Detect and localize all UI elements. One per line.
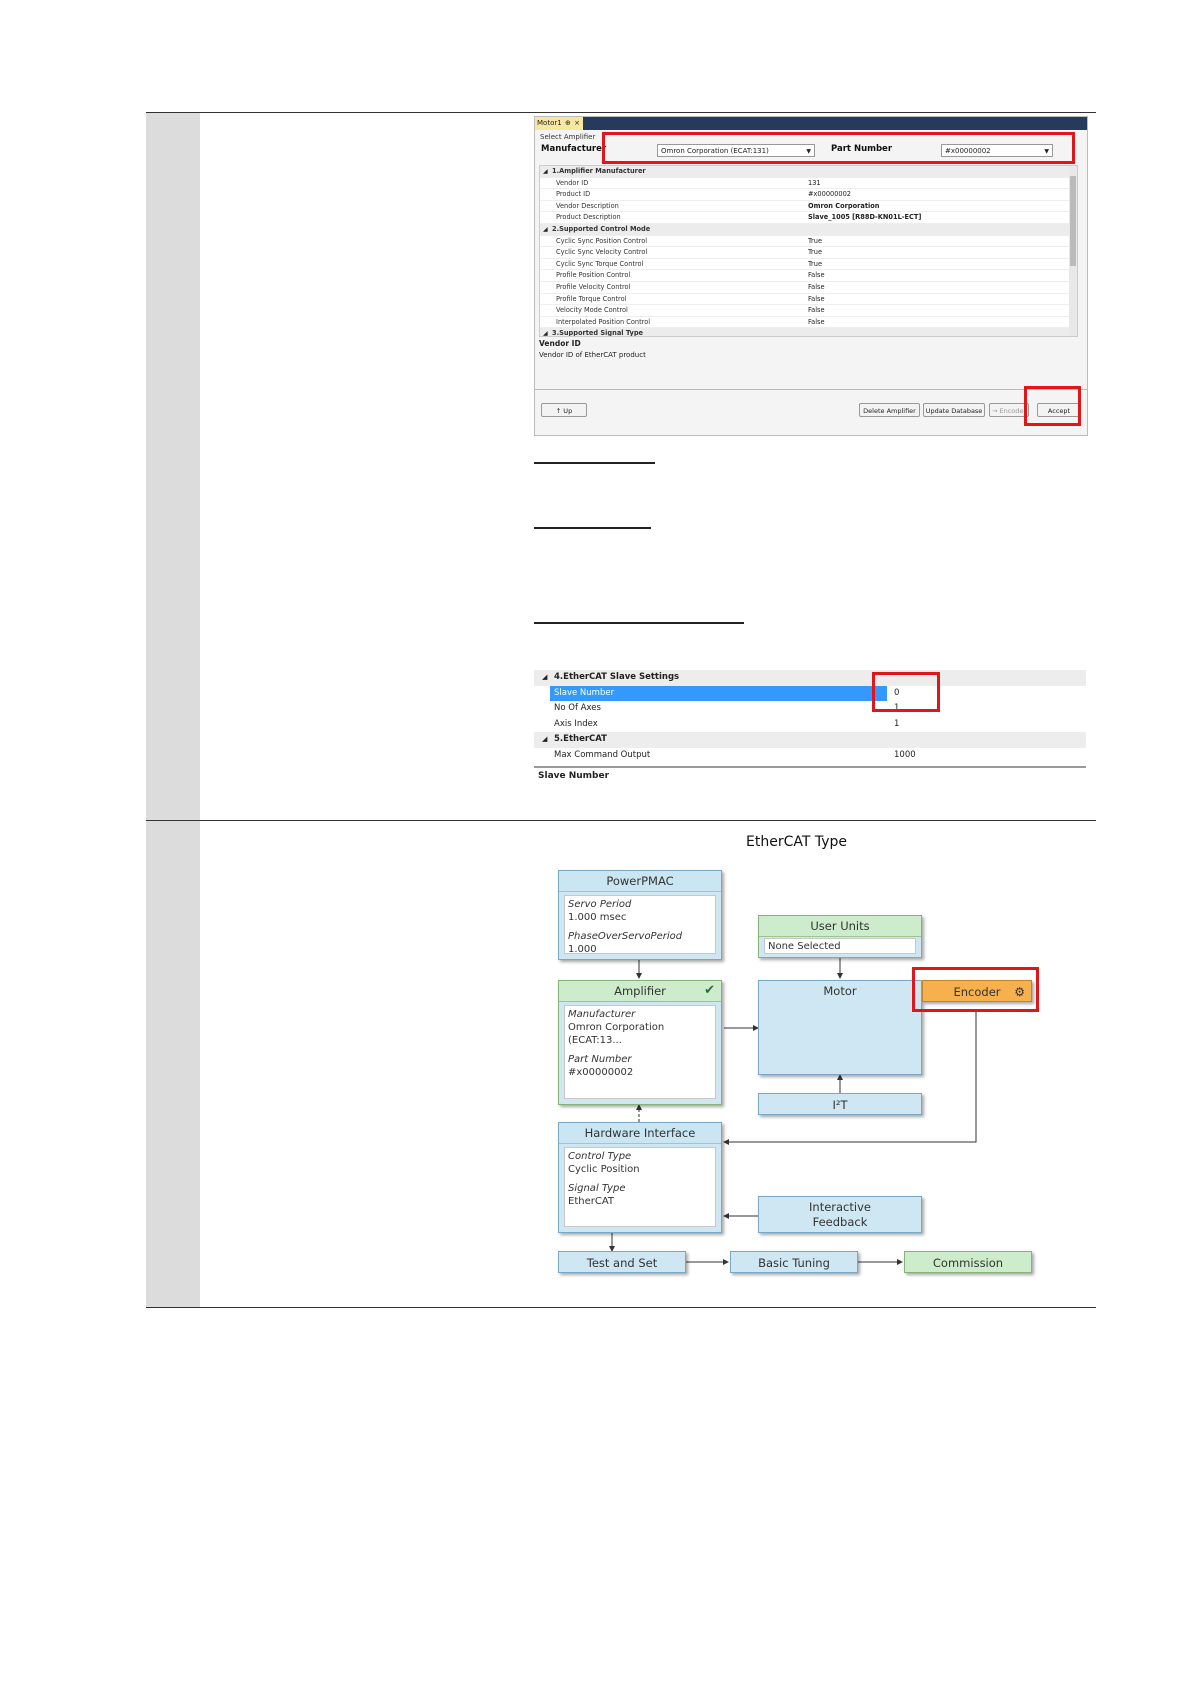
motor-title: Motor: [823, 984, 857, 998]
test-and-set-box[interactable]: Test and Set: [558, 1251, 686, 1273]
signal-type-label: Signal Type: [568, 1183, 626, 1194]
interactive-feedback-line2: Feedback: [812, 1215, 868, 1229]
user-units-value: None Selected: [768, 941, 841, 952]
amplifier-body: Manufacturer Omron Corporation (ECAT:13.…: [564, 1005, 716, 1099]
i2t-box[interactable]: I²T: [758, 1093, 922, 1115]
phase-over-servo-label: PhaseOverServoPeriod: [568, 931, 683, 942]
servo-period-label: Servo Period: [568, 899, 632, 910]
amplifier-title-text: Amplifier: [614, 984, 666, 998]
user-units-box[interactable]: User Units None Selected: [758, 915, 922, 958]
control-type-label: Control Type: [568, 1151, 632, 1162]
amp-manufacturer-value: Omron Corporation (ECAT:13...: [568, 1022, 665, 1046]
interactive-feedback-box[interactable]: Interactive Feedback: [758, 1196, 922, 1233]
commission-box[interactable]: Commission: [904, 1251, 1032, 1273]
user-units-body: None Selected: [764, 938, 916, 954]
hardware-interface-box[interactable]: Hardware Interface Control Type Cyclic P…: [558, 1122, 722, 1233]
phase-over-servo-value: 1.000: [568, 944, 597, 955]
servo-period-value: 1.000 msec: [568, 912, 627, 923]
motor-box[interactable]: Motor: [758, 980, 922, 1075]
amplifier-box[interactable]: Amplifier ✔ Manufacturer Omron Corporati…: [558, 980, 722, 1105]
powerpmac-body: Servo Period 1.000 msec PhaseOverServoPe…: [564, 895, 716, 955]
powerpmac-title: PowerPMAC: [559, 871, 721, 892]
amp-part-value: #x00000002: [568, 1067, 634, 1078]
encoder-highlight: [912, 967, 1039, 1012]
amp-manufacturer-label: Manufacturer: [568, 1009, 636, 1020]
basic-tuning-box[interactable]: Basic Tuning: [730, 1251, 858, 1273]
user-units-title: User Units: [759, 916, 921, 937]
hardware-interface-body: Control Type Cyclic Position Signal Type…: [564, 1147, 716, 1227]
amplifier-title: Amplifier ✔: [559, 981, 721, 1002]
powerpmac-box[interactable]: PowerPMAC Servo Period 1.000 msec PhaseO…: [558, 870, 722, 960]
amp-part-label: Part Number: [568, 1054, 632, 1065]
hardware-interface-title: Hardware Interface: [559, 1123, 721, 1144]
checkmark-icon: ✔: [704, 983, 715, 998]
interactive-feedback-line1: Interactive: [809, 1200, 871, 1214]
diagram-connectors: [609, 958, 977, 1265]
control-type-value: Cyclic Position: [568, 1164, 640, 1175]
signal-type-value: EtherCAT: [568, 1196, 614, 1207]
